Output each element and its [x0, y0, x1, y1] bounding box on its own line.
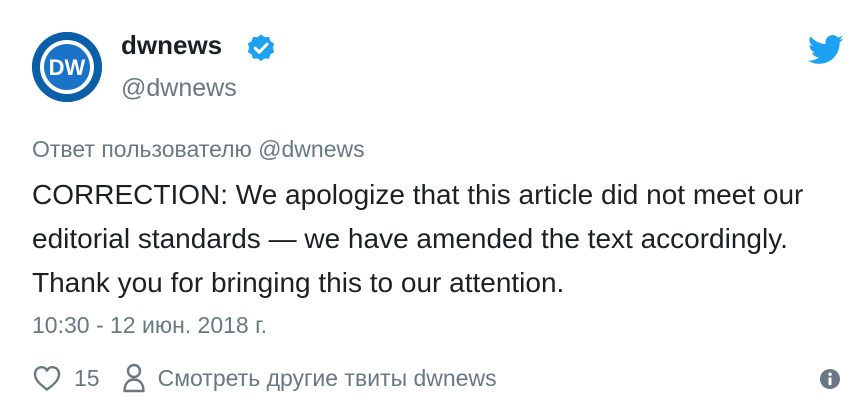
person-icon [122, 363, 145, 393]
more-tweets-link[interactable]: Смотреть другие твиты dwnews [122, 363, 497, 393]
author-handle[interactable]: @dwnews [121, 74, 237, 103]
like-button[interactable]: 15 [32, 364, 100, 392]
tweet-actions: 15 Смотреть другие твиты dwnews [32, 362, 497, 394]
avatar-logo-text: DW [49, 55, 86, 80]
verified-badge-icon [247, 34, 275, 62]
more-tweets-label: Смотреть другие твиты dwnews [157, 364, 497, 391]
tweet-timestamp[interactable]: 10:30 - 12 июн. 2018 г. [32, 312, 267, 339]
embedded-tweet-card: DW dwnews @dwnews Ответ пользователю @dw… [0, 0, 868, 410]
reply-to-mention-link[interactable]: @dwnews [258, 136, 364, 162]
tweet-text: CORRECTION: We apologize that this artic… [32, 179, 804, 298]
reply-to-prefix: Ответ пользователю [32, 136, 259, 162]
avatar[interactable]: DW [32, 32, 102, 102]
author-name[interactable]: dwnews [121, 30, 222, 61]
like-count: 15 [74, 364, 100, 391]
info-icon[interactable] [820, 369, 840, 389]
reply-to-context: Ответ пользователю @dwnews [32, 136, 365, 163]
heart-icon [33, 366, 61, 391]
twitter-bird-icon[interactable] [808, 35, 844, 65]
